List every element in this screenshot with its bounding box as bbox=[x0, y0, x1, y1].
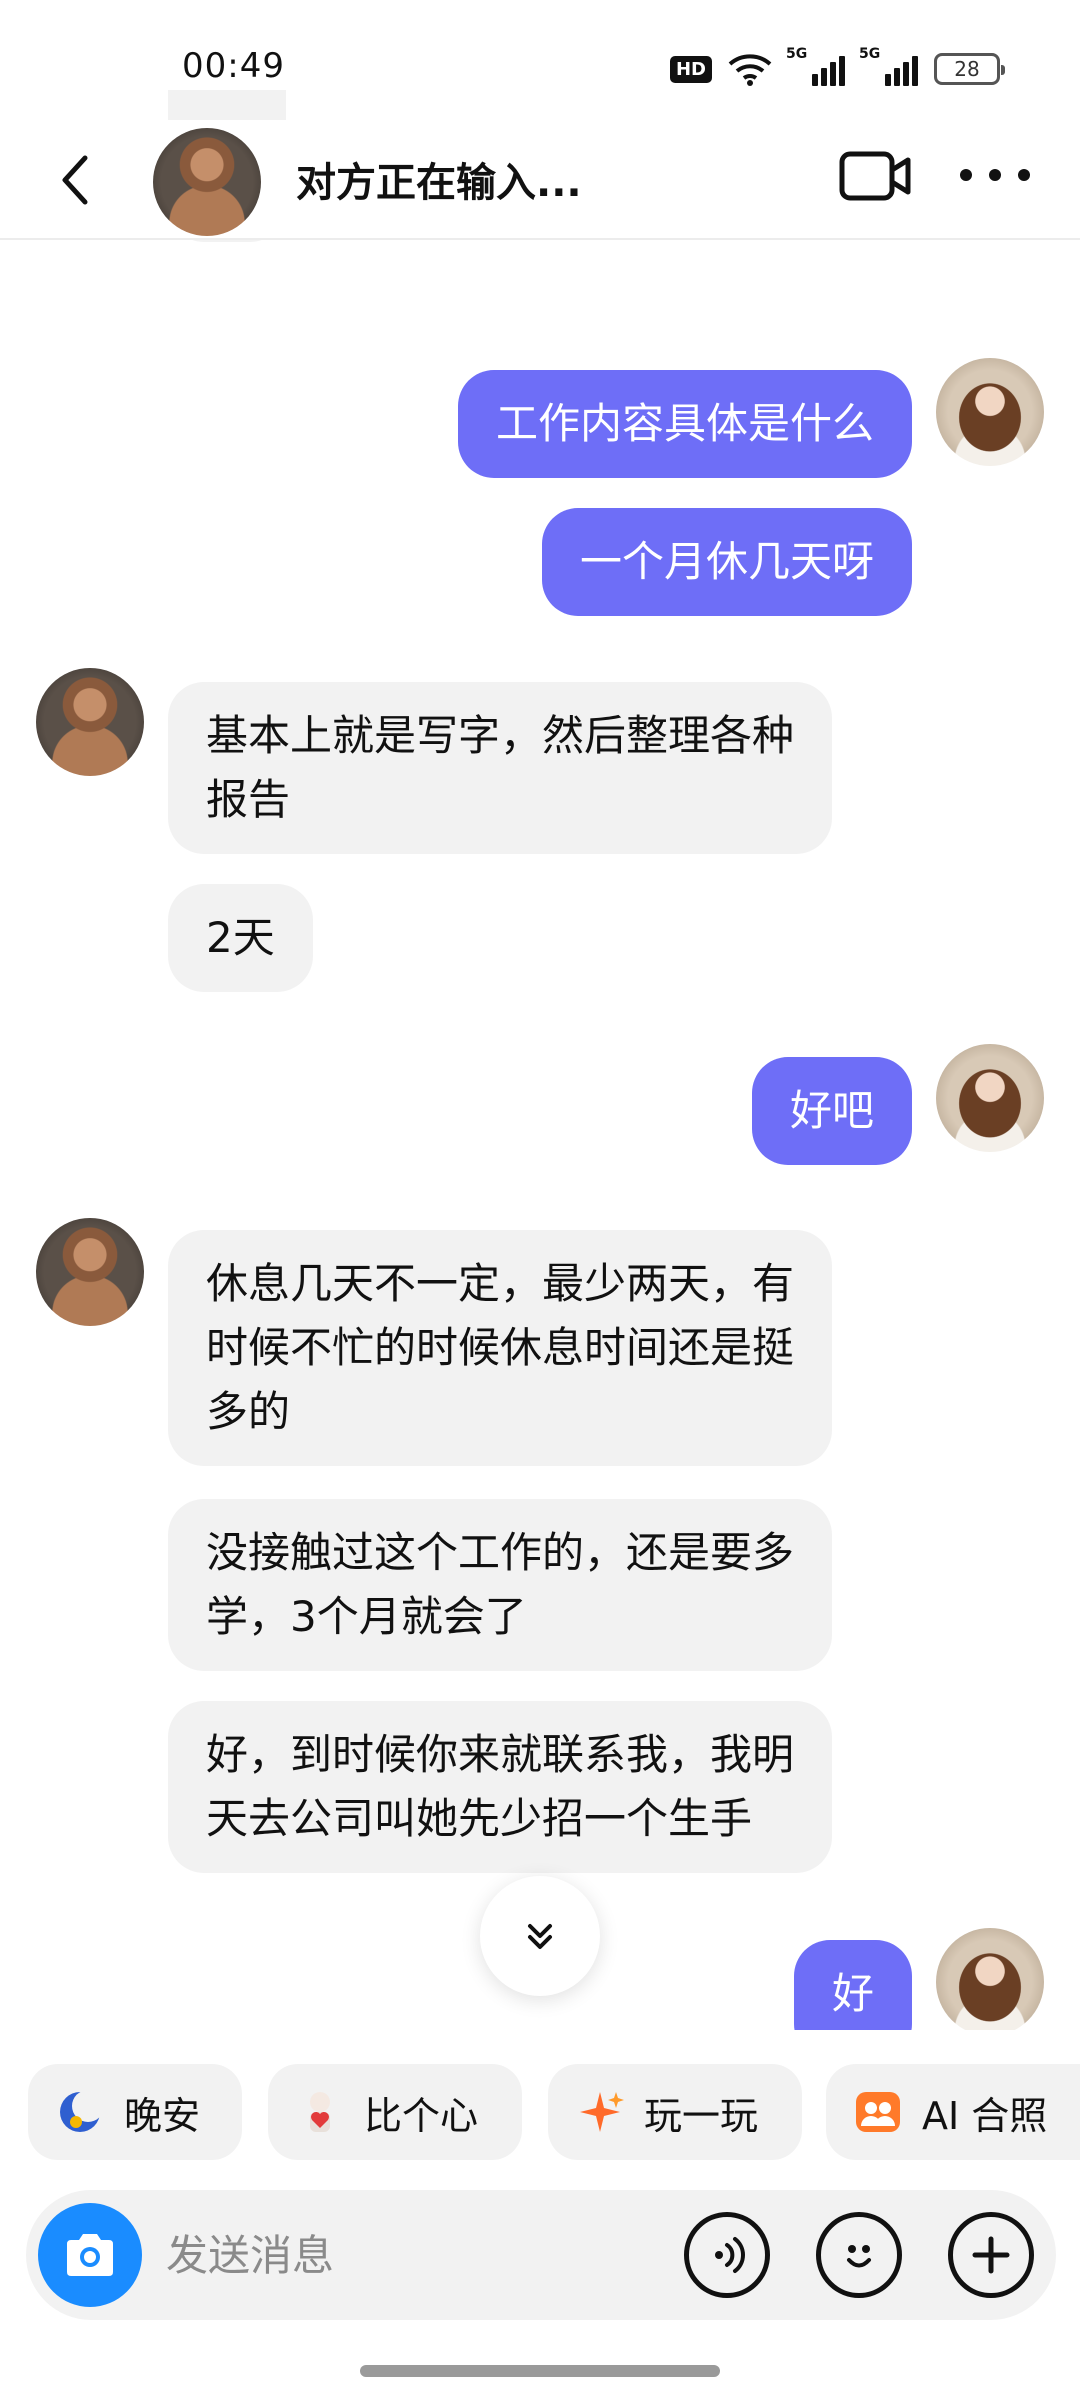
hd-voice-badge: HD bbox=[669, 55, 712, 83]
message-line: 时候不忙的时候休息时间还是挺 bbox=[206, 1323, 795, 1372]
battery-icon: 28 bbox=[934, 53, 1005, 85]
status-icons: HD 5G 5G 28 bbox=[669, 46, 1005, 86]
message-text: 2天 bbox=[206, 913, 275, 962]
contact-avatar-small[interactable] bbox=[36, 668, 144, 776]
emoji-button[interactable] bbox=[816, 2212, 902, 2298]
message-text: 工作内容具体是什么 bbox=[495, 399, 874, 448]
voice-icon bbox=[715, 2237, 745, 2273]
signal-icon-2: 5G bbox=[859, 46, 918, 86]
sparkle-icon bbox=[576, 2088, 624, 2136]
message-text: 好 bbox=[831, 1969, 874, 2018]
message-text: 好吧 bbox=[789, 1086, 874, 1135]
video-call-button[interactable] bbox=[838, 146, 914, 206]
message-line: 学，3个月就会了 bbox=[206, 1592, 527, 1641]
group-photo-icon bbox=[854, 2088, 902, 2136]
camera-button[interactable] bbox=[38, 2203, 142, 2307]
status-time: 00:49 bbox=[182, 46, 285, 86]
message-line: 天去公司叫她先少招一个生手 bbox=[206, 1794, 753, 1843]
message-input-bar bbox=[26, 2190, 1056, 2320]
double-chevron-down-icon bbox=[528, 1924, 552, 1949]
signal-icon-1: 5G bbox=[786, 46, 845, 86]
message-line: 好，到时候你来就联系我，我明 bbox=[206, 1730, 795, 1779]
chat-screen: 00:49 HD 5G 5G 28 对方正在输入... 工作内容具体是什么 一个… bbox=[0, 0, 1080, 2400]
contact-avatar[interactable] bbox=[153, 128, 261, 236]
status-bar: 00:49 HD 5G 5G 28 bbox=[0, 0, 1080, 120]
quick-reply-heart[interactable]: 比个心 bbox=[268, 2064, 522, 2160]
message-incoming[interactable]: 好，到时候你来就联系我，我明 天去公司叫她先少招一个生手 bbox=[168, 1701, 833, 1873]
more-dots-icon bbox=[960, 169, 972, 181]
message-line: 报告 bbox=[206, 775, 291, 824]
quick-reply-play[interactable]: 玩一玩 bbox=[548, 2064, 802, 2160]
message-line: 基本上就是写字，然后整理各种 bbox=[206, 711, 795, 760]
heart-figure-icon bbox=[296, 2088, 344, 2136]
message-incoming[interactable]: 休息几天不一定，最少两天，有 时候不忙的时候休息时间还是挺 多的 bbox=[168, 1230, 833, 1466]
message-incoming[interactable]: 没接触过这个工作的，还是要多 学，3个月就会了 bbox=[168, 1499, 833, 1671]
quick-reply-ai-photo[interactable]: AI 合照 bbox=[826, 2064, 1080, 2160]
quick-reply-goodnight[interactable]: 晚安 bbox=[28, 2064, 242, 2160]
home-indicator[interactable] bbox=[360, 2365, 720, 2377]
battery-level: 28 bbox=[954, 57, 980, 81]
message-text: 一个月休几天呀 bbox=[579, 537, 874, 586]
message-outgoing[interactable]: 一个月休几天呀 bbox=[541, 508, 912, 616]
message-line: 没接触过这个工作的，还是要多 bbox=[206, 1528, 795, 1577]
moon-icon bbox=[56, 2088, 104, 2136]
quick-reply-bar: 晚安 比个心 玩一玩 AI 合照 bbox=[0, 2030, 1080, 2160]
video-call-icon bbox=[839, 151, 911, 201]
voice-button[interactable] bbox=[684, 2212, 770, 2298]
plus-icon bbox=[972, 2236, 1010, 2274]
camera-icon bbox=[67, 2234, 113, 2276]
message-line: 多的 bbox=[206, 1387, 291, 1436]
scroll-to-bottom-button[interactable] bbox=[480, 1876, 600, 1996]
more-actions-button[interactable] bbox=[948, 2212, 1034, 2298]
my-avatar[interactable] bbox=[936, 358, 1044, 466]
more-options-button[interactable] bbox=[960, 150, 1030, 200]
my-avatar[interactable] bbox=[936, 1928, 1044, 2036]
message-input[interactable] bbox=[166, 2220, 666, 2290]
my-avatar[interactable] bbox=[936, 1044, 1044, 1152]
contact-status-title: 对方正在输入... bbox=[296, 160, 582, 206]
contact-avatar-small[interactable] bbox=[36, 1218, 144, 1326]
message-incoming[interactable]: 基本上就是写字，然后整理各种 报告 bbox=[168, 682, 833, 854]
chat-header: 对方正在输入... bbox=[0, 120, 1080, 240]
message-outgoing[interactable]: 好吧 bbox=[751, 1057, 912, 1165]
wifi-icon bbox=[728, 54, 772, 86]
message-incoming[interactable]: 2天 bbox=[168, 884, 313, 992]
emoji-icon bbox=[847, 2245, 871, 2268]
message-outgoing[interactable]: 工作内容具体是什么 bbox=[457, 370, 912, 478]
message-line: 休息几天不一定，最少两天，有 bbox=[206, 1259, 795, 1308]
chevron-left-icon bbox=[62, 155, 88, 205]
back-button[interactable] bbox=[40, 145, 110, 215]
